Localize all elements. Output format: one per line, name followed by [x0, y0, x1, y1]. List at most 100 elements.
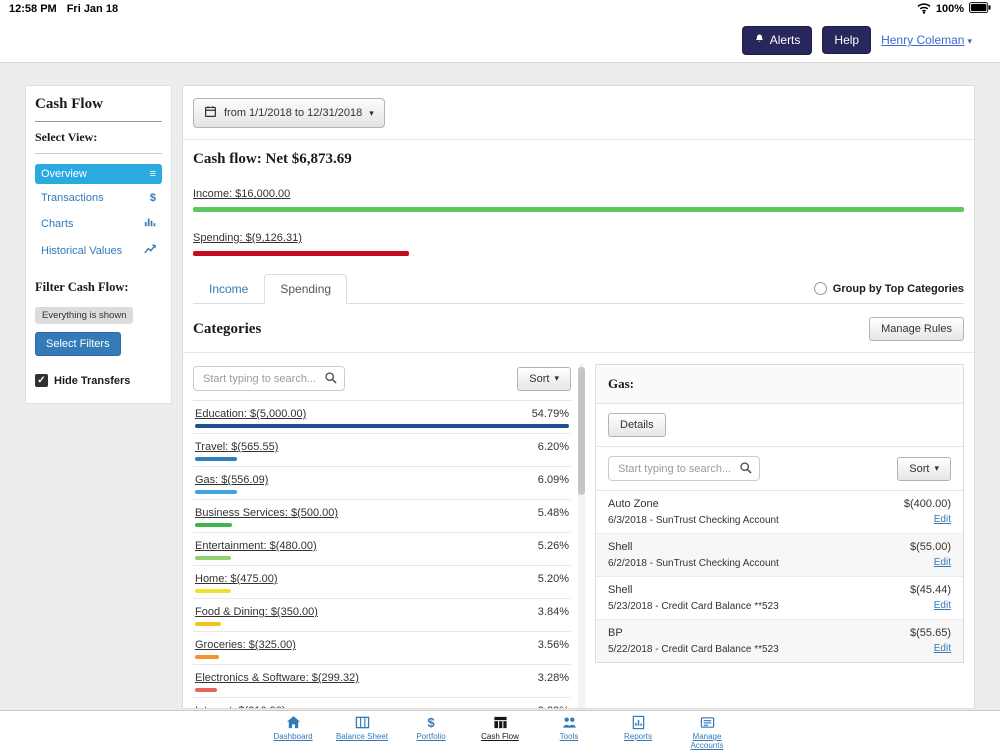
- spending-label[interactable]: Spending: $(9,126.31): [193, 232, 302, 244]
- search-icon[interactable]: [324, 371, 338, 390]
- group-by-top-categories-checkbox[interactable]: Group by Top Categories: [814, 282, 964, 303]
- category-label[interactable]: Internet: $(216.90): [195, 705, 286, 709]
- category-bar: [195, 457, 237, 461]
- category-row-entertainment[interactable]: Entertainment: $(480.00) 5.26%: [193, 533, 571, 566]
- alerts-button[interactable]: Alerts: [742, 26, 813, 55]
- sidebar-item-transactions[interactable]: Transactions $: [35, 188, 162, 208]
- tab-spending[interactable]: Spending: [264, 274, 347, 304]
- category-row-internet[interactable]: Internet: $(216.90)2.38%: [193, 698, 571, 709]
- category-row-food-dining[interactable]: Food & Dining: $(350.00)3.84%: [193, 599, 571, 632]
- category-row-business-services[interactable]: Business Services: $(500.00)5.48%: [193, 500, 571, 533]
- income-bar: [193, 207, 964, 212]
- category-label[interactable]: Travel: $(565.55): [195, 441, 278, 453]
- view-nav: Overview ≡ Transactions $ Charts Histori…: [35, 164, 162, 262]
- category-list-scrollbar[interactable]: [578, 364, 585, 709]
- transaction-row[interactable]: BP5/22/2018 - Credit Card Balance **523 …: [596, 620, 963, 662]
- category-percent: 5.26%: [538, 540, 569, 552]
- user-menu[interactable]: Henry Coleman▾: [881, 33, 972, 47]
- wifi-icon: [917, 2, 931, 17]
- chevron-down-icon: ▾: [554, 373, 559, 384]
- transaction-row[interactable]: Auto Zone6/3/2018 - SunTrust Checking Ac…: [596, 491, 963, 534]
- category-row-education[interactable]: Education: $(5,000.00) 54.79%: [193, 401, 571, 434]
- checkbox-unchecked-icon[interactable]: [814, 282, 827, 295]
- nav-label: Balance Sheet: [334, 732, 390, 741]
- categories-columns: Sort▾ Education: $(5,000.00) 54.79% Trave…: [193, 364, 964, 709]
- category-percent: 3.56%: [538, 639, 569, 651]
- income-summary: Income: $16,000.00: [193, 184, 964, 212]
- category-search-input[interactable]: [193, 366, 345, 391]
- nav-tab-tools[interactable]: Tools: [541, 715, 597, 750]
- nav-label: Tools: [541, 732, 597, 741]
- category-label[interactable]: Education: $(5,000.00): [195, 408, 306, 420]
- filter-cash-flow-label: Filter Cash Flow:: [35, 280, 162, 295]
- edit-link[interactable]: Edit: [904, 514, 951, 525]
- nav-tab-reports[interactable]: Reports: [610, 715, 666, 750]
- category-bar: [195, 655, 219, 659]
- bar-chart-icon: [144, 216, 156, 231]
- category-row-groceries[interactable]: Groceries: $(325.00) 3.56%: [193, 632, 571, 665]
- category-label[interactable]: Home: $(475.00): [195, 573, 278, 585]
- edit-link[interactable]: Edit: [910, 557, 951, 568]
- category-label[interactable]: Gas: $(556.09): [195, 474, 268, 486]
- manage-rules-button[interactable]: Manage Rules: [869, 317, 964, 341]
- edit-link[interactable]: Edit: [910, 600, 951, 611]
- bottom-nav: Dashboard Balance Sheet $ Portfolio Cash…: [0, 710, 1000, 750]
- transaction-list: Auto Zone6/3/2018 - SunTrust Checking Ac…: [596, 491, 963, 662]
- hide-transfers-label: Hide Transfers: [54, 375, 130, 387]
- search-icon[interactable]: [739, 461, 753, 480]
- category-row-home[interactable]: Home: $(475.00)5.20%: [193, 566, 571, 599]
- transaction-row[interactable]: Shell5/23/2018 - Credit Card Balance **5…: [596, 577, 963, 620]
- net-cash-flow-heading: Cash flow: Net $6,873.69: [193, 151, 964, 168]
- edit-link[interactable]: Edit: [910, 643, 951, 654]
- transaction-sort-button[interactable]: Sort▾: [897, 457, 951, 481]
- category-bar: [195, 688, 217, 692]
- sidebar-item-overview[interactable]: Overview ≡: [35, 164, 162, 184]
- category-row-electronics-software[interactable]: Electronics & Software: $(299.32)3.28%: [193, 665, 571, 698]
- date-range-button[interactable]: from 1/1/2018 to 12/31/2018 ▾: [193, 98, 385, 128]
- category-row-travel[interactable]: Travel: $(565.55)6.20%: [193, 434, 571, 467]
- detail-actions-row: Details: [596, 404, 963, 447]
- nav-tab-manage-accounts[interactable]: Manage Accounts: [679, 715, 735, 750]
- menu-icon: ≡: [150, 168, 156, 180]
- select-filters-button[interactable]: Select Filters: [35, 332, 121, 356]
- nav-tab-cash-flow[interactable]: Cash Flow: [472, 715, 528, 750]
- nav-tab-dashboard[interactable]: Dashboard: [265, 715, 321, 750]
- hide-transfers-checkbox[interactable]: ✓ Hide Transfers: [35, 374, 162, 387]
- category-list-column: Sort▾ Education: $(5,000.00) 54.79% Trave…: [193, 364, 585, 709]
- transaction-description: 5/23/2018 - Credit Card Balance **523: [608, 601, 779, 612]
- scrollbar-thumb[interactable]: [578, 367, 585, 495]
- income-label[interactable]: Income: $16,000.00: [193, 188, 290, 200]
- category-label[interactable]: Business Services: $(500.00): [195, 507, 338, 519]
- category-label[interactable]: Groceries: $(325.00): [195, 639, 296, 651]
- battery-percent: 100%: [936, 3, 964, 15]
- transaction-name: Auto Zone: [608, 498, 779, 510]
- sidebar-item-charts[interactable]: Charts: [35, 212, 162, 235]
- category-sort-button[interactable]: Sort▾: [517, 367, 571, 391]
- help-button[interactable]: Help: [822, 26, 871, 54]
- tab-income[interactable]: Income: [193, 274, 264, 304]
- details-button[interactable]: Details: [608, 413, 666, 437]
- sidebar-item-historical-values[interactable]: Historical Values: [35, 239, 162, 262]
- transaction-amount: $(55.00): [910, 541, 951, 553]
- category-row-gas[interactable]: Gas: $(556.09)6.09%: [193, 467, 571, 500]
- transaction-row[interactable]: Shell6/2/2018 - SunTrust Checking Accoun…: [596, 534, 963, 577]
- category-label[interactable]: Entertainment: $(480.00): [195, 540, 317, 552]
- category-label[interactable]: Food & Dining: $(350.00): [195, 606, 318, 618]
- filter-status-badge: Everything is shown: [35, 307, 133, 324]
- transaction-search-input[interactable]: [608, 456, 760, 481]
- nav-tab-balance-sheet[interactable]: Balance Sheet: [334, 715, 390, 750]
- content-area: Cash Flow Select View: Overview ≡ Transa…: [0, 62, 1000, 710]
- nav-tab-portfolio[interactable]: $ Portfolio: [403, 715, 459, 750]
- checkbox-checked-icon[interactable]: ✓: [35, 374, 48, 387]
- category-label[interactable]: Electronics & Software: $(299.32): [195, 672, 359, 684]
- status-bar: 12:58 PMFri Jan 18 100%: [0, 0, 1000, 18]
- help-button-label: Help: [834, 33, 859, 47]
- category-percent: 54.79%: [532, 408, 569, 420]
- transaction-description: 5/22/2018 - Credit Card Balance **523: [608, 644, 779, 655]
- date-range-label: from 1/1/2018 to 12/31/2018: [224, 107, 362, 119]
- user-name: Henry Coleman: [881, 33, 964, 47]
- accounts-list-icon: [679, 715, 735, 731]
- page-title: Cash Flow: [35, 96, 162, 122]
- balance-sheet-icon: [334, 715, 390, 731]
- dollar-icon: $: [150, 192, 156, 204]
